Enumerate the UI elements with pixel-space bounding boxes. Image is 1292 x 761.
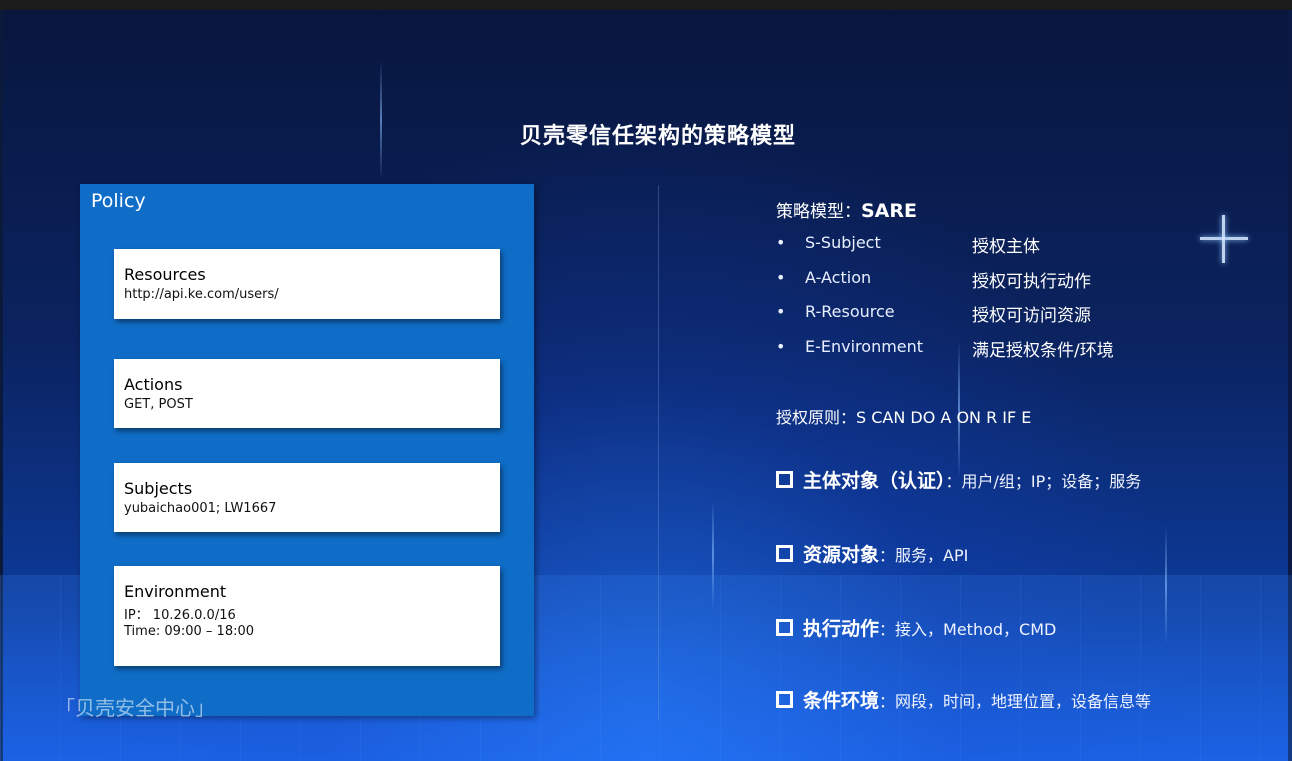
bullet-icon: • [776, 233, 786, 252]
feature-resource: 资源对象：服务，API [776, 540, 968, 567]
background-beam [1165, 525, 1167, 645]
card-value: Time: 09:00 – 18:00 [124, 624, 255, 639]
feature-desc: ：接入，Method，CMD [879, 620, 1057, 639]
model-item-name: R-Resource [805, 302, 895, 321]
top-bar [0, 0, 1292, 10]
feature-name: 条件环境 [803, 690, 880, 712]
card-value: http://api.ke.com/users/ [124, 287, 279, 302]
model-item-desc: 授权可执行动作 [972, 272, 1091, 292]
policy-card-resources: Resources http://api.ke.com/users/ [114, 249, 500, 319]
feature-desc: ：网段，时间，地理位置，设备信息等 [879, 692, 1152, 711]
feature-action: 执行动作：接入，Method，CMD [776, 614, 1056, 641]
auth-principle: 授权原则：S CAN DO A ON R IF E [776, 408, 1032, 427]
bullet-icon: • [776, 268, 786, 287]
checkbox-icon [776, 691, 793, 708]
policy-card-actions: Actions GET, POST [114, 359, 500, 428]
background-beam [712, 500, 714, 610]
model-item-name: A-Action [805, 268, 872, 287]
model-item-desc: 满足授权条件/环境 [972, 341, 1114, 361]
watermark: 「贝壳安全中心」 [55, 696, 215, 720]
policy-card-subjects: Subjects yubaichao001; LW1667 [114, 463, 500, 532]
feature-name: 主体对象（认证） [803, 470, 946, 492]
card-value: IP： 10.26.0.0/16 [124, 608, 236, 623]
model-item-desc: 授权可访问资源 [972, 306, 1091, 326]
sparkle-icon [1200, 215, 1248, 263]
model-item-name: E-Environment [805, 337, 924, 356]
card-title: Resources [124, 265, 206, 284]
bullet-icon: • [776, 337, 786, 356]
feature-subject: 主体对象（认证）：用户/组；IP；设备；服务 [776, 466, 1141, 493]
feature-name: 执行动作 [803, 618, 880, 640]
card-value: GET, POST [124, 397, 193, 412]
policy-card-environment: Environment IP： 10.26.0.0/16 Time: 09:00… [114, 566, 500, 666]
feature-desc: ：用户/组；IP；设备；服务 [945, 472, 1142, 491]
policy-panel: Policy Resources http://api.ke.com/users… [80, 184, 534, 716]
model-value: SARE [861, 200, 917, 222]
card-title: Actions [124, 375, 183, 394]
feature-name: 资源对象 [803, 544, 880, 566]
vertical-divider [658, 185, 659, 720]
checkbox-icon [776, 619, 793, 636]
checkbox-icon [776, 545, 793, 562]
feature-desc: ：服务，API [879, 546, 969, 565]
model-label: 策略模型： [776, 202, 861, 222]
slide-title: 贝壳零信任架构的策略模型 [519, 124, 796, 149]
card-title: Subjects [124, 479, 193, 498]
model-heading: 策略模型：SARE [776, 197, 917, 222]
policy-title: Policy [91, 190, 146, 212]
model-item-name: S-Subject [805, 233, 881, 252]
card-title: Environment [124, 582, 227, 601]
card-value: yubaichao001; LW1667 [124, 501, 277, 516]
bullet-icon: • [776, 302, 786, 321]
slide: 贝壳零信任架构的策略模型 Policy Resources http://api… [0, 0, 1292, 761]
checkbox-icon [776, 471, 793, 488]
model-item-desc: 授权主体 [972, 237, 1040, 257]
feature-environment: 条件环境：网段，时间，地理位置，设备信息等 [776, 686, 1151, 713]
